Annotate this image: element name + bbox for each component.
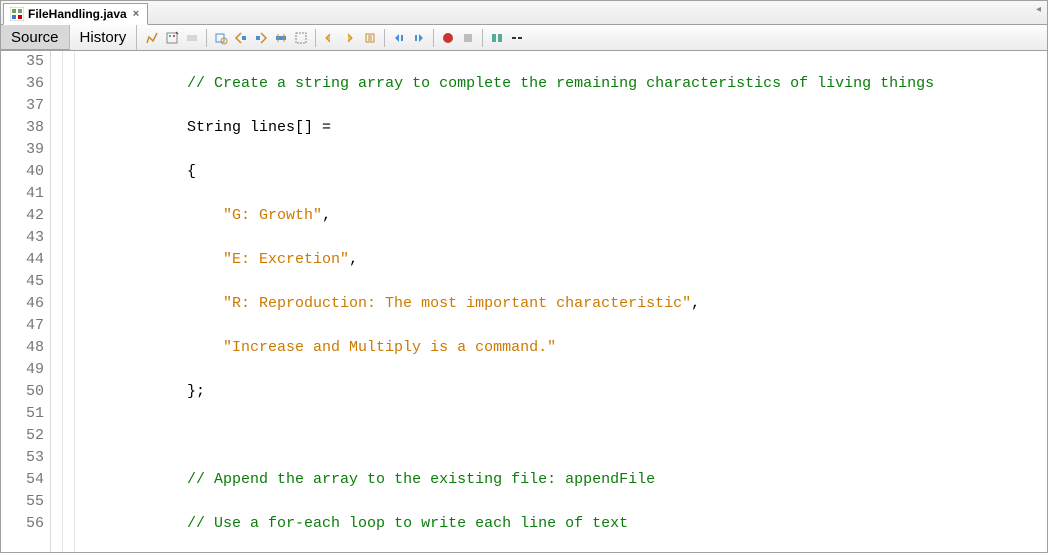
selection-icon[interactable] — [292, 29, 310, 47]
toolbar-separator — [206, 29, 207, 47]
code-comment: // Use a for-each loop to write each lin… — [187, 515, 628, 532]
line-number: 46 — [1, 293, 44, 315]
line-number-gutter: 3536373839404142434445464748495051525354… — [1, 51, 51, 552]
file-tab-label: FileHandling.java — [28, 7, 127, 21]
shift-left-icon[interactable] — [321, 29, 339, 47]
code-string: "R: Reproduction: The most important cha… — [223, 295, 691, 312]
code-comment: // Append the array to the existing file… — [187, 471, 655, 488]
shift-right-icon[interactable] — [341, 29, 359, 47]
organize-icon[interactable] — [361, 29, 379, 47]
fold-gutter[interactable] — [51, 51, 63, 552]
line-number: 52 — [1, 425, 44, 447]
toggle-highlight-icon[interactable] — [272, 29, 290, 47]
line-number: 39 — [1, 139, 44, 161]
editor-sub-bar: Source History — [1, 25, 1047, 51]
last-edit-icon[interactable] — [143, 29, 161, 47]
line-number: 45 — [1, 271, 44, 293]
line-number: 43 — [1, 227, 44, 249]
editor-toolbar — [137, 29, 526, 47]
stop-macro-icon[interactable] — [459, 29, 477, 47]
line-number: 40 — [1, 161, 44, 183]
code-string: "G: Growth" — [223, 207, 322, 224]
line-number: 55 — [1, 491, 44, 513]
line-number: 53 — [1, 447, 44, 469]
line-number: 41 — [1, 183, 44, 205]
toolbar-separator — [433, 29, 434, 47]
tab-bar: FileHandling.java × ◂ — [1, 1, 1047, 25]
find-prev-icon[interactable] — [232, 29, 250, 47]
java-file-icon — [10, 7, 24, 21]
close-tab-icon[interactable]: × — [131, 8, 141, 20]
diff-icon[interactable] — [488, 29, 506, 47]
line-number: 49 — [1, 359, 44, 381]
code-text: String lines[] = — [187, 119, 331, 136]
toolbar-separator — [482, 29, 483, 47]
line-number: 36 — [1, 73, 44, 95]
line-number: 38 — [1, 117, 44, 139]
line-number: 37 — [1, 95, 44, 117]
find-selection-icon[interactable] — [212, 29, 230, 47]
fold-gutter-inner[interactable] — [63, 51, 75, 552]
history-view-tab[interactable]: History — [70, 25, 138, 50]
line-number: 47 — [1, 315, 44, 337]
line-number: 35 — [1, 51, 44, 73]
find-next-icon[interactable] — [252, 29, 270, 47]
line-number: 44 — [1, 249, 44, 271]
line-number: 42 — [1, 205, 44, 227]
code-text: }; — [187, 383, 205, 400]
comment-icon[interactable] — [508, 29, 526, 47]
code-comment: // Create a string array to complete the… — [187, 75, 934, 92]
line-number: 56 — [1, 513, 44, 535]
prev-bookmark-icon[interactable] — [390, 29, 408, 47]
file-tab[interactable]: FileHandling.java × — [3, 3, 148, 25]
editor-area[interactable]: 3536373839404142434445464748495051525354… — [1, 51, 1047, 552]
toolbar-separator — [315, 29, 316, 47]
code-string: "Increase and Multiply is a command." — [223, 339, 556, 356]
toolbar-separator — [384, 29, 385, 47]
members-icon[interactable] — [163, 29, 181, 47]
line-number: 50 — [1, 381, 44, 403]
record-macro-icon[interactable] — [439, 29, 457, 47]
disabled-icon — [183, 29, 201, 47]
line-number: 54 — [1, 469, 44, 491]
code-text: { — [187, 163, 196, 180]
code-content[interactable]: // Create a string array to complete the… — [75, 51, 1047, 552]
source-view-tab[interactable]: Source — [1, 25, 70, 50]
next-bookmark-icon[interactable] — [410, 29, 428, 47]
line-number: 48 — [1, 337, 44, 359]
window-scroll-left-icon[interactable]: ◂ — [1036, 4, 1041, 15]
code-string: "E: Excretion" — [223, 251, 349, 268]
line-number: 51 — [1, 403, 44, 425]
